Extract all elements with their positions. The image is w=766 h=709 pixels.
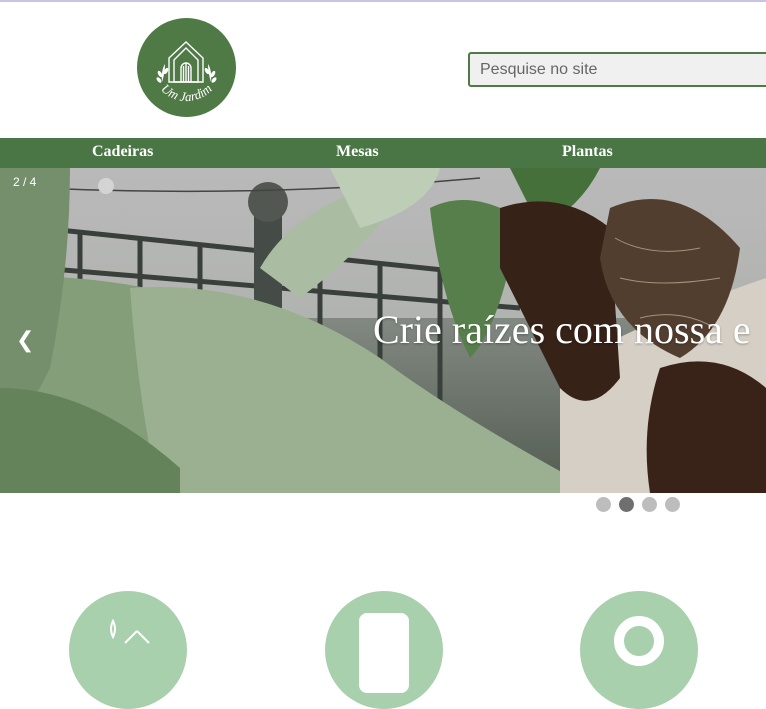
slide-dot-3[interactable] [642,497,657,512]
feature-circle [580,591,698,709]
phone-icon [359,613,409,693]
slide-dot-4[interactable] [665,497,680,512]
slide-counter: 2 / 4 [13,175,37,189]
svg-text:Um Jardim: Um Jardim [158,81,214,105]
feature-plant [69,591,187,709]
greenhouse-logo-icon: Um Jardim [156,41,217,105]
hero-slide: 2 / 4 ❮ Crie raízes com nossa e [0,168,766,493]
search-input[interactable] [468,52,766,87]
prev-slide-button[interactable]: ❮ [16,328,34,353]
slide-indicators [596,497,680,512]
slide-dot-2[interactable] [619,497,634,512]
top-border [0,0,766,2]
site-logo[interactable]: Um Jardim [137,18,236,117]
feature-phone [325,591,443,709]
nav-item-cadeiras[interactable]: Cadeiras [92,138,153,166]
circle-icon [614,616,664,666]
nav-item-plantas[interactable]: Plantas [562,138,613,166]
slide-dot-1[interactable] [596,497,611,512]
main-nav: Cadeiras Mesas Plantas [0,138,766,168]
nav-item-mesas[interactable]: Mesas [336,138,379,166]
slide-caption: Crie raízes com nossa e [373,307,751,352]
plant-icon [110,618,150,644]
